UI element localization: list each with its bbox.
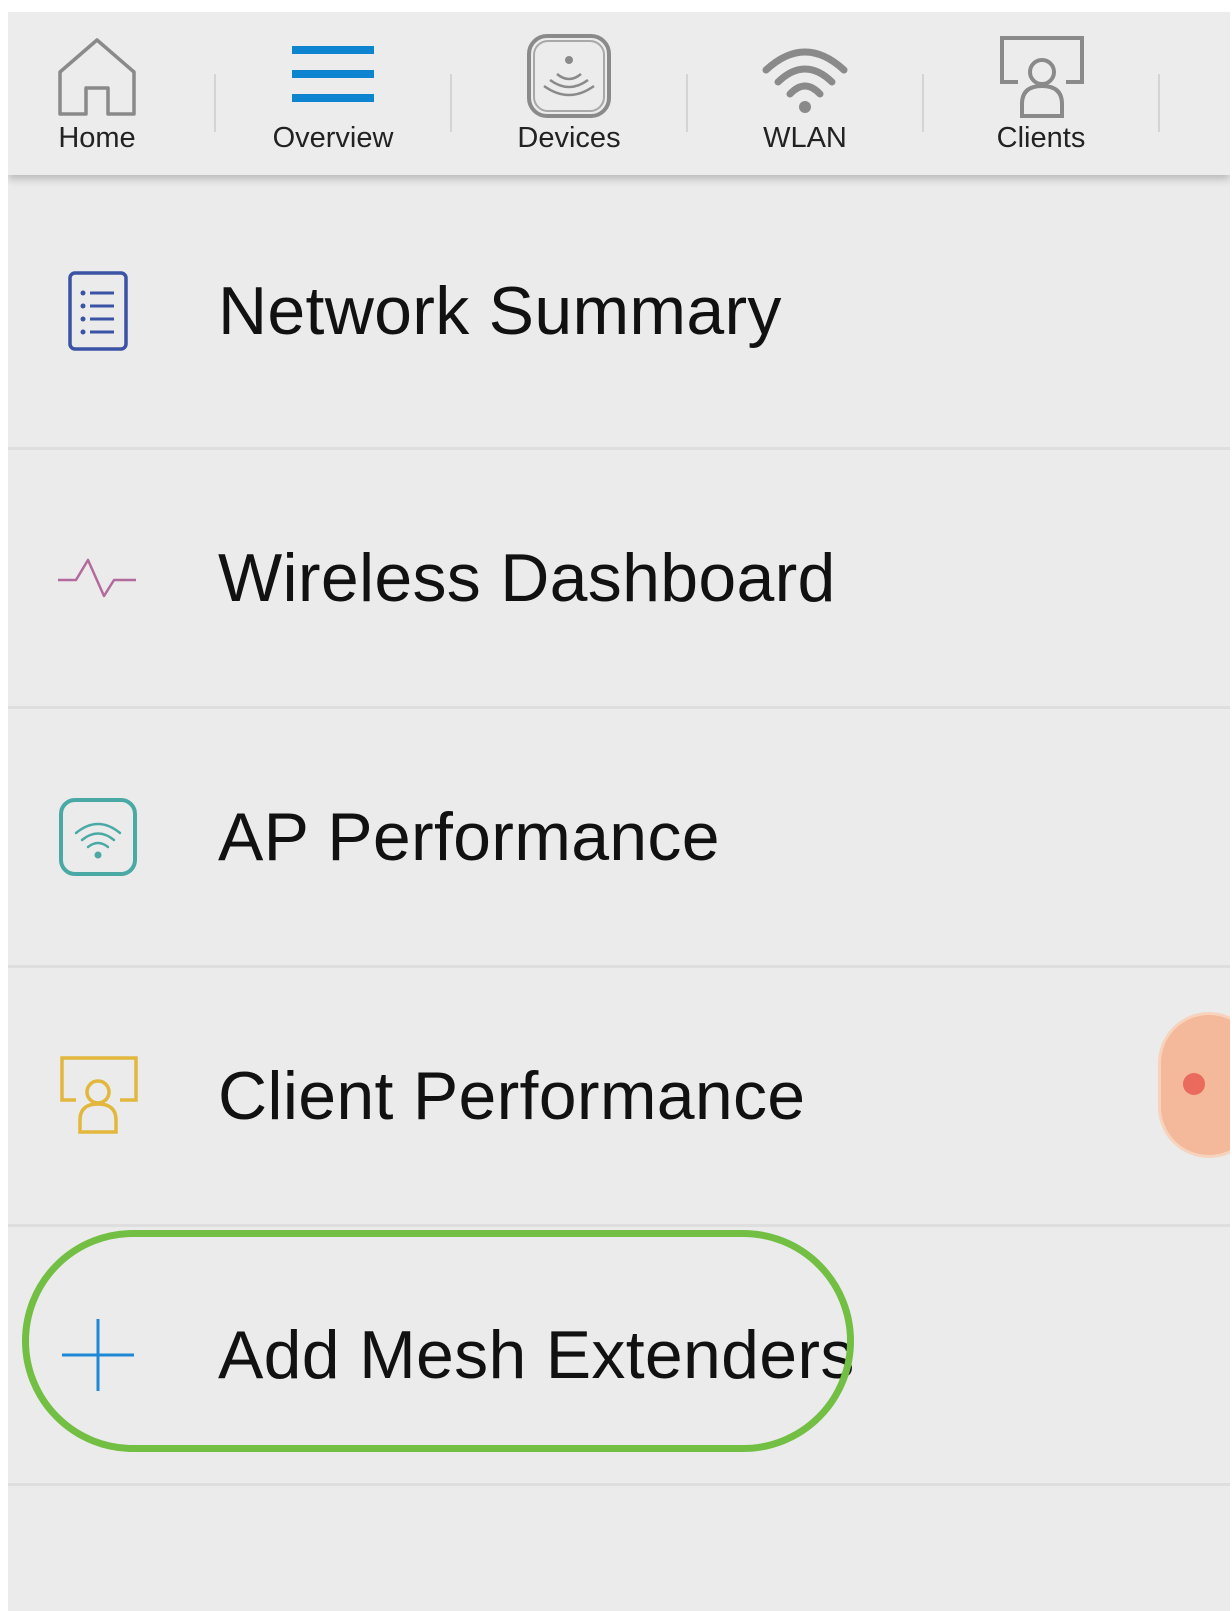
tab-clients[interactable]: Clients (926, 12, 1156, 175)
home-icon (52, 32, 142, 122)
wifi-box-icon (56, 795, 140, 879)
plus-icon (56, 1313, 140, 1397)
client-person-icon (996, 32, 1086, 122)
tab-separator (1158, 74, 1160, 132)
menu-item-ap-performance[interactable]: AP Performance (8, 709, 1230, 968)
tab-wlan-label: WLAN (763, 122, 847, 154)
tab-home[interactable]: Home (8, 12, 212, 175)
menu-item-label: AP Performance (218, 799, 720, 875)
tab-wlan[interactable]: WLAN (690, 12, 920, 175)
app-screen: Home Overview Devices WLAN Clients Netwo… (8, 12, 1230, 1611)
list-document-icon (56, 269, 140, 353)
tab-separator (214, 74, 216, 132)
menu-item-wireless-dashboard[interactable]: Wireless Dashboard (8, 450, 1230, 709)
tab-separator (686, 74, 688, 132)
tab-separator (450, 74, 452, 132)
tab-overview-label: Overview (272, 122, 394, 154)
tab-clients-label: Clients (996, 122, 1086, 154)
menu-item-label: Network Summary (218, 273, 782, 349)
client-person-icon (56, 1054, 140, 1138)
access-point-icon (524, 32, 614, 122)
floating-chat-button[interactable] (1158, 1012, 1230, 1158)
wifi-icon (760, 32, 850, 122)
tab-separator (922, 74, 924, 132)
menu-item-label: Add Mesh Extenders (218, 1317, 855, 1393)
top-tab-bar: Home Overview Devices WLAN Clients (8, 12, 1230, 175)
tab-home-label: Home (58, 122, 136, 154)
pulse-icon (56, 536, 140, 620)
tab-devices-label: Devices (517, 122, 621, 154)
menu-item-network-summary[interactable]: Network Summary (8, 175, 1230, 450)
menu-item-label: Wireless Dashboard (218, 540, 836, 616)
menu-item-label: Client Performance (218, 1058, 806, 1134)
tab-devices[interactable]: Devices (454, 12, 684, 175)
menu-item-add-mesh-extenders[interactable]: Add Mesh Extenders (8, 1227, 1230, 1486)
menu-item-client-performance[interactable]: Client Performance (8, 968, 1230, 1227)
tab-overview[interactable]: Overview (218, 12, 448, 175)
menu-lines-icon (288, 32, 378, 122)
chat-bubble-icon (1183, 1073, 1205, 1095)
overview-menu: Network Summary Wireless Dashboard AP Pe… (8, 175, 1230, 1486)
